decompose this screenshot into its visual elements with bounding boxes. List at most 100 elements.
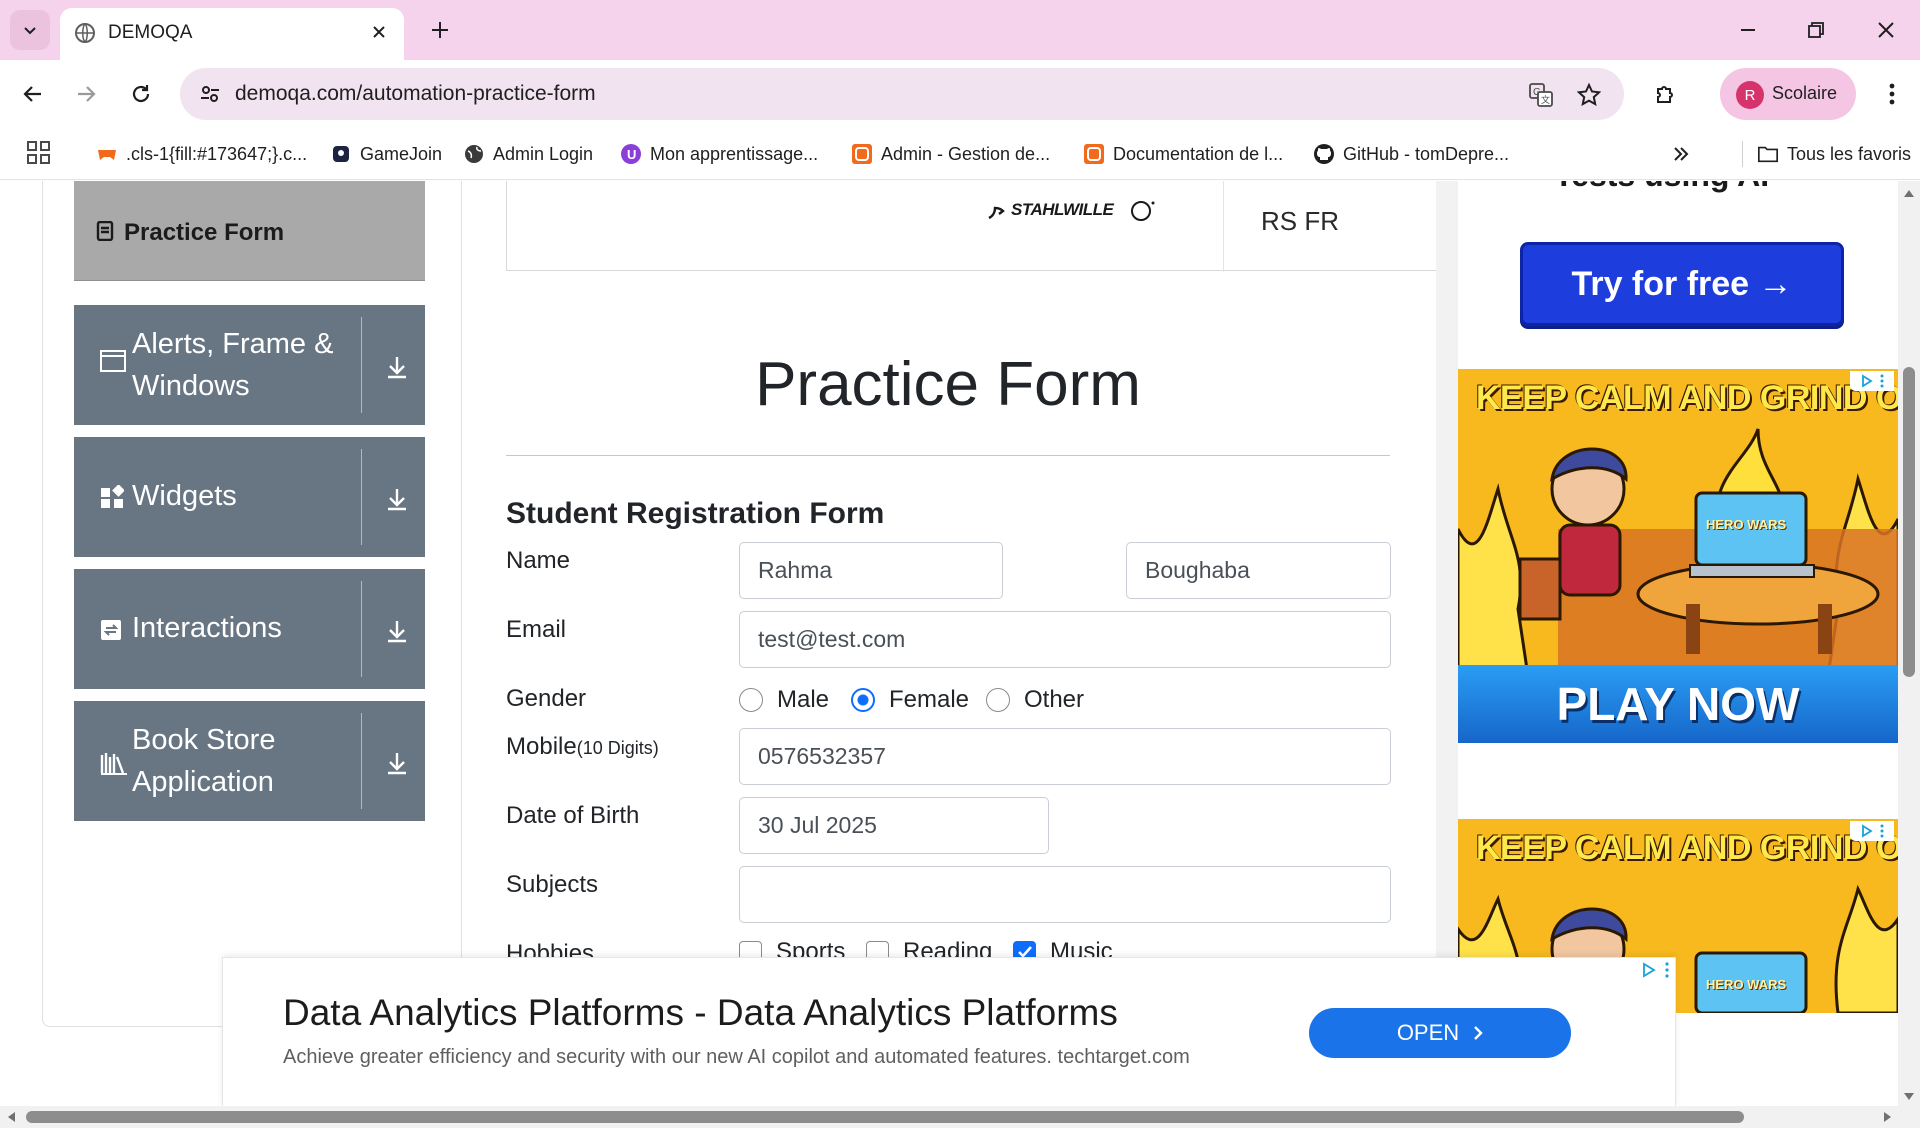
- ad-title[interactable]: Data Analytics Platforms - Data Analytic…: [283, 992, 1118, 1034]
- active-tab[interactable]: DEMOQA: [60, 8, 404, 60]
- gender-radio-female[interactable]: Female: [851, 686, 969, 714]
- site-info-button[interactable]: [192, 76, 228, 112]
- forward-button[interactable]: [66, 74, 106, 114]
- reload-button[interactable]: [121, 74, 161, 114]
- scroll-up-arrow-icon[interactable]: [1901, 185, 1917, 201]
- last-name-input[interactable]: Boughaba: [1126, 542, 1391, 599]
- try-for-free-button[interactable]: Try for free →: [1520, 242, 1844, 326]
- ad-gutter: [1436, 181, 1458, 1016]
- bookmarks-overflow-button[interactable]: [1672, 141, 1690, 167]
- nut-icon: [1131, 201, 1155, 221]
- sidebar-group-widgets[interactable]: Widgets: [74, 437, 425, 557]
- more-vertical-icon: [1889, 83, 1895, 105]
- star-icon: [1577, 83, 1601, 107]
- sidebar-group-label: Interactions: [132, 612, 282, 644]
- divider: [361, 317, 362, 413]
- reload-icon: [132, 85, 150, 103]
- ad-description: Achieve greater efficiency and security …: [283, 1046, 1190, 1068]
- mobile-hint: (10 Digits): [576, 738, 659, 758]
- horizontal-scrollbar[interactable]: [0, 1106, 1920, 1128]
- bookmark-admin-gestion[interactable]: Admin - Gestion de...: [851, 141, 1050, 167]
- tab-search-button[interactable]: [10, 10, 50, 50]
- vertical-scrollbar-thumb[interactable]: [1903, 367, 1915, 677]
- address-bar[interactable]: demoqa.com/automation-practice-form G文: [180, 68, 1624, 120]
- interactions-icon: [101, 620, 121, 640]
- gender-radio-other[interactable]: Other: [986, 686, 1084, 714]
- sidebar-item-practice-form[interactable]: Practice Form: [74, 181, 425, 281]
- all-bookmarks-label: Tous les favoris: [1787, 143, 1912, 164]
- email-field[interactable]: test@test.com: [739, 611, 1391, 668]
- divider: [361, 713, 362, 809]
- gender-radio-male[interactable]: Male: [739, 686, 829, 714]
- ad-headline: KEEP CALM AND GRIND ON: [1476, 829, 1898, 867]
- extensions-button[interactable]: [1646, 74, 1686, 114]
- new-tab-button[interactable]: [424, 14, 456, 46]
- bookmark-star-button[interactable]: [1574, 80, 1604, 110]
- email-label: Email: [506, 616, 567, 643]
- top-banner-ad[interactable]: STAHLWILLE RS FR: [506, 181, 1438, 272]
- radio-button-selected[interactable]: [851, 688, 875, 712]
- translate-button[interactable]: G文: [1526, 80, 1556, 110]
- bookmark-gamejoin[interactable]: GameJoin: [330, 141, 442, 167]
- bookmark-admin-login[interactable]: Admin Login: [463, 141, 593, 167]
- widgets-icon: [101, 485, 124, 508]
- mobile-field[interactable]: 0576532357: [739, 728, 1391, 785]
- vertical-scrollbar[interactable]: [1898, 181, 1920, 1112]
- sidebar-group-interactions[interactable]: Interactions: [74, 569, 425, 689]
- bookmark-mon-apprentissage[interactable]: U Mon apprentissage...: [620, 141, 818, 167]
- adchoices-badge[interactable]: [1850, 821, 1894, 841]
- browser-menu-button[interactable]: [1872, 74, 1912, 114]
- back-button[interactable]: [13, 74, 53, 114]
- scroll-down-arrow-icon[interactable]: [1901, 1089, 1917, 1105]
- apps-grid-icon[interactable]: [26, 140, 52, 166]
- bottom-sticky-ad[interactable]: Data Analytics Platforms - Data Analytic…: [222, 957, 1676, 1107]
- chevron-double-right-icon: [1674, 147, 1689, 161]
- adchoices-badge[interactable]: [1850, 371, 1894, 391]
- sidebar-group-book-store[interactable]: Book Store Application: [74, 701, 425, 821]
- sidebar-group-alerts-frame-windows[interactable]: Alerts, Frame & Windows: [74, 305, 425, 425]
- ad-headline: KEEP CALM AND GRIND ON: [1476, 379, 1898, 417]
- scroll-right-arrow-icon[interactable]: [1880, 1109, 1896, 1125]
- adchoices-badge[interactable]: [1641, 962, 1669, 978]
- try-for-free-ad[interactable]: Tests using AI Try for free →: [1458, 181, 1898, 361]
- bookmark-cls[interactable]: .cls-1{fill:#173647;}.c...: [96, 141, 307, 167]
- bookmark-label: Mon apprentissage...: [650, 143, 819, 164]
- profile-button[interactable]: R Scolaire: [1720, 68, 1856, 120]
- avatar: R: [1736, 81, 1764, 109]
- form-subtitle: Student Registration Form: [506, 497, 885, 530]
- ad-open-button[interactable]: OPEN: [1309, 1008, 1571, 1058]
- gender-label: Gender: [506, 685, 587, 712]
- subjects-input[interactable]: [739, 866, 1391, 923]
- all-bookmarks-folder[interactable]: Tous les favoris: [1742, 141, 1911, 167]
- url-text[interactable]: demoqa.com/automation-practice-form: [235, 82, 596, 106]
- adchoices-icon: [1643, 962, 1656, 978]
- divider: [506, 455, 1390, 456]
- close-icon: [373, 26, 385, 38]
- tab-strip: DEMOQA: [0, 0, 1920, 60]
- hero-wars-ad[interactable]: KEEP CALM AND GRIND ON HERO WARS PLAY NO…: [1458, 369, 1898, 743]
- radio-button[interactable]: [739, 688, 763, 712]
- purple-circle-icon: U: [620, 143, 642, 165]
- scroll-left-arrow-icon[interactable]: [3, 1109, 19, 1125]
- minimize-button[interactable]: [1724, 10, 1772, 50]
- chevron-down-icon: [24, 27, 36, 35]
- puzzle-icon: [1657, 86, 1673, 103]
- bookmark-github[interactable]: GitHub - tomDepre...: [1313, 141, 1509, 167]
- radio-button[interactable]: [986, 688, 1010, 712]
- download-arrow-icon: [388, 357, 406, 379]
- bookmark-documentation[interactable]: Documentation de l...: [1083, 141, 1283, 167]
- restore-button[interactable]: [1792, 10, 1840, 50]
- radio-label: Male: [777, 686, 830, 713]
- orange-grid-icon: [1083, 143, 1105, 165]
- horizontal-scrollbar-thumb[interactable]: [26, 1111, 1744, 1123]
- dob-label: Date of Birth: [506, 802, 640, 829]
- bookmark-label: Admin Login: [493, 143, 594, 164]
- date-of-birth-input[interactable]: 30 Jul 2025: [739, 797, 1049, 854]
- first-name-input[interactable]: Rahma: [739, 542, 1003, 599]
- mobile-label: Mobile(10 Digits): [506, 733, 659, 761]
- window-close-button[interactable]: [1862, 10, 1910, 50]
- tab-close-button[interactable]: [366, 19, 392, 45]
- bookmark-label: .cls-1{fill:#173647;}.c...: [126, 143, 308, 164]
- sidebar-group-label-line2: Application: [132, 766, 274, 798]
- play-now-button[interactable]: PLAY NOW: [1458, 665, 1898, 743]
